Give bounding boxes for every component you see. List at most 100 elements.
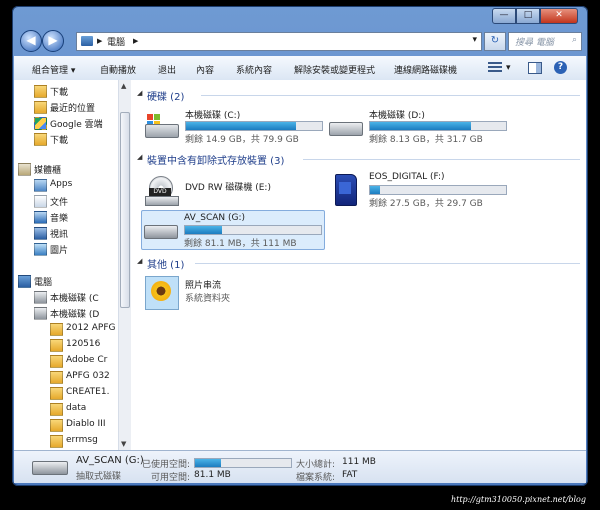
removable-disk-icon <box>32 461 68 475</box>
drive-space: 剩餘 27.5 GB，共 29.7 GB <box>369 199 483 209</box>
details-usage-bar <box>194 458 292 468</box>
computer-icon <box>18 275 31 288</box>
file-system-label: 檔案系統: <box>296 473 336 483</box>
item-name: 照片串流 <box>185 281 222 291</box>
nav-scrollbar[interactable]: ▲ ▼ <box>118 80 131 450</box>
usage-bar-fill <box>185 226 222 234</box>
drive-name: AV_SCAN (G:) <box>184 213 246 223</box>
system-properties-button[interactable]: 系統內容 <box>236 63 272 76</box>
uninstall-button[interactable]: 解除安裝或變更程式 <box>294 63 375 76</box>
drive-c[interactable]: 本機磁碟 (C:) 剩餘 14.9 GB，共 79.9 GB <box>143 108 325 145</box>
help-button[interactable]: ? <box>554 61 567 74</box>
autoplay-button[interactable]: 自動播放 <box>100 63 136 76</box>
navigation-pane: 下載 最近的位置 Google 雲端 下載 媒體櫃 Apps 文件 音樂 視訊 圖片 電腦 本機磁碟 … <box>14 80 119 450</box>
documents-icon <box>34 195 47 208</box>
forward-button[interactable]: ▶ <box>42 30 64 52</box>
usage-bar <box>185 121 323 131</box>
nav-item-label: CREATE1. <box>66 387 110 397</box>
nav-item-label: 視訊 <box>50 230 69 240</box>
nav-item-label: Apps <box>50 179 73 189</box>
details-name: AV_SCAN (G:) <box>76 455 144 466</box>
back-button[interactable]: ◀ <box>20 30 42 52</box>
drive-name: DVD RW 磁碟機 (E:) <box>185 183 271 193</box>
group-header-other[interactable]: ◢ 其他 (1) <box>131 256 586 271</box>
computer-icon <box>81 36 93 46</box>
command-bar: 組合管理 ▾ 自動播放 退出 內容 系統內容 解除安裝或變更程式 連線網路磁碟機… <box>14 56 586 81</box>
refresh-button[interactable]: ↻ <box>484 32 506 51</box>
collapse-icon[interactable]: ◢ <box>137 153 142 161</box>
scroll-down-icon[interactable]: ▼ <box>121 440 126 448</box>
folder-icon <box>50 339 63 352</box>
content-area: 下載 最近的位置 Google 雲端 下載 媒體櫃 Apps 文件 音樂 視訊 圖片 電腦 本機磁碟 … <box>14 80 586 450</box>
close-button[interactable]: ✕ <box>540 8 578 24</box>
divider <box>201 95 580 96</box>
nav-item-label: Adobe Cr <box>66 355 108 365</box>
minimize-button[interactable]: — <box>492 8 516 24</box>
disk-icon <box>327 110 363 142</box>
group-header-hdd[interactable]: ◢ 硬碟 (2) <box>131 88 586 103</box>
drive-f[interactable]: EOS_DIGITAL (F:) 剩餘 27.5 GB，共 29.7 GB <box>327 172 509 209</box>
nav-item-label: 電腦 <box>34 278 53 288</box>
maximize-button[interactable]: □ <box>516 8 540 24</box>
removable-disk-icon <box>142 215 178 247</box>
collapse-icon[interactable]: ◢ <box>137 257 142 265</box>
drive-e[interactable]: DVD DVD RW 磁碟機 (E:) <box>143 172 325 208</box>
drive-name: 本機磁碟 (C:) <box>185 111 241 121</box>
map-drive-button[interactable]: 連線網路磁碟機 <box>394 63 457 76</box>
nav-item-label: 2012 APFG <box>66 323 116 333</box>
usage-bar-fill <box>370 122 471 130</box>
folder-icon <box>50 323 63 336</box>
folder-icon <box>50 371 63 384</box>
breadcrumb-arrow[interactable]: ▶ <box>97 37 102 45</box>
eject-button[interactable]: 退出 <box>158 63 176 76</box>
free-space-label: 可用空間: <box>151 473 191 483</box>
libraries-icon <box>18 163 31 176</box>
search-placeholder: 搜尋 電腦 <box>515 38 554 48</box>
windows-disk-icon <box>143 110 179 142</box>
folder-icon <box>50 355 63 368</box>
usage-bar <box>369 185 507 195</box>
nav-item-label: 120516 <box>66 339 101 349</box>
properties-button[interactable]: 內容 <box>196 63 214 76</box>
pictures-icon <box>34 243 47 256</box>
drive-space: 剩餘 81.1 MB，共 111 MB <box>184 239 297 249</box>
folder-icon <box>50 419 63 432</box>
nav-item-label: 圖片 <box>50 246 69 256</box>
main-pane: ◢ 硬碟 (2) 本機磁碟 (C:) 剩餘 14.9 GB，共 79.9 GB <box>131 80 586 450</box>
divider <box>195 263 580 264</box>
video-icon <box>34 227 47 240</box>
view-icon[interactable] <box>488 62 502 72</box>
address-dropdown[interactable]: ▾ <box>472 35 477 45</box>
usage-bar-fill <box>195 459 221 467</box>
nav-item-label: data <box>66 403 87 413</box>
drive-space: 剩餘 14.9 GB，共 79.9 GB <box>185 135 299 145</box>
drive-g[interactable]: AV_SCAN (G:) 剩餘 81.1 MB，共 111 MB <box>141 210 325 250</box>
memory-card-icon <box>327 174 363 206</box>
download-folder-icon <box>34 85 47 98</box>
drive-d[interactable]: 本機磁碟 (D:) 剩餘 8.13 GB，共 31.7 GB <box>327 108 509 145</box>
nav-item-label: 本機磁碟 (D <box>50 310 100 320</box>
photo-stream-item[interactable]: 照片串流 系統資料夾 <box>143 274 325 310</box>
collapse-icon[interactable]: ◢ <box>137 89 142 97</box>
nav-item-label: 下載 <box>50 88 69 98</box>
view-dropdown[interactable]: ▾ <box>506 63 511 73</box>
preview-pane-icon[interactable] <box>528 62 542 74</box>
disk-icon <box>34 307 47 320</box>
total-size-value: 111 MB <box>342 457 376 467</box>
window-controls: — □ ✕ <box>492 8 578 24</box>
scroll-up-icon[interactable]: ▲ <box>121 82 126 90</box>
used-space-label: 已使用空間: <box>142 460 191 470</box>
breadcrumb-computer[interactable]: 電腦 <box>107 35 125 48</box>
folder-icon <box>50 435 63 448</box>
group-title: 其他 (1) <box>147 260 185 271</box>
google-drive-icon <box>34 117 47 130</box>
address-bar[interactable]: ▶ 電腦 ▶ ▾ <box>76 32 482 51</box>
breadcrumb-arrow[interactable]: ▶ <box>133 37 138 45</box>
organize-button[interactable]: 組合管理 ▾ <box>32 63 75 76</box>
scroll-thumb[interactable] <box>120 112 130 308</box>
group-header-removable[interactable]: ◢ 裝置中含有卸除式存放裝置 (3) <box>131 152 586 167</box>
usage-bar <box>369 121 507 131</box>
search-input[interactable]: 搜尋 電腦 ⌕ <box>508 32 582 51</box>
details-type: 抽取式磁碟 <box>76 472 122 482</box>
drive-name: EOS_DIGITAL (F:) <box>369 172 445 182</box>
